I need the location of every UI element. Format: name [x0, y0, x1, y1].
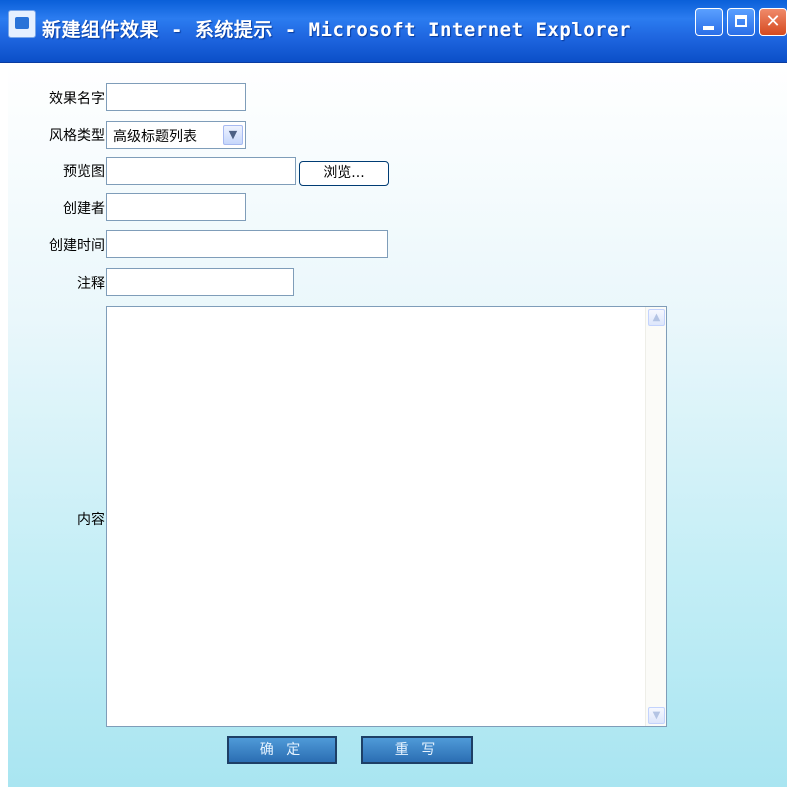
confirm-button[interactable]: 确 定	[227, 736, 337, 764]
effect-name-label: 效果名字	[49, 91, 105, 107]
style-type-select[interactable]: 高级标题列表 ▼	[106, 121, 246, 149]
content-textarea[interactable]: ▲ ▼	[106, 306, 667, 727]
scroll-up-icon[interactable]: ▲	[648, 309, 665, 326]
maximize-icon	[735, 15, 747, 27]
chevron-down-icon[interactable]: ▼	[223, 125, 243, 145]
ie-page-icon	[8, 10, 36, 38]
note-label: 注释	[77, 276, 105, 292]
minimize-button[interactable]	[695, 8, 723, 36]
content-label: 内容	[77, 512, 105, 528]
preview-image-path-input[interactable]	[106, 157, 296, 185]
reset-button[interactable]: 重 写	[361, 736, 473, 764]
creator-label: 创建者	[63, 201, 105, 217]
creator-input[interactable]	[106, 193, 246, 221]
note-input[interactable]	[106, 268, 294, 296]
created-time-input[interactable]	[106, 230, 388, 258]
style-type-label: 风格类型	[49, 128, 105, 144]
preview-image-label: 预览图	[63, 164, 105, 180]
minimize-icon	[703, 26, 714, 30]
close-icon: ✕	[765, 11, 781, 32]
browse-button[interactable]: 浏览...	[299, 161, 389, 186]
window-titlebar[interactable]: 新建组件效果 - 系统提示 - Microsoft Internet Explo…	[0, 0, 787, 63]
effect-name-input[interactable]	[106, 83, 246, 111]
window-title: 新建组件效果 - 系统提示 - Microsoft Internet Explo…	[42, 19, 631, 41]
vertical-scrollbar[interactable]: ▲ ▼	[645, 307, 666, 726]
scroll-down-icon[interactable]: ▼	[648, 707, 665, 724]
style-type-selected-value: 高级标题列表	[113, 129, 197, 145]
dialog-client-area: 效果名字 风格类型 高级标题列表 ▼ 预览图 浏览... 创建者 创建时间 注释…	[8, 63, 787, 787]
created-time-label: 创建时间	[49, 238, 105, 254]
maximize-button[interactable]	[727, 8, 755, 36]
close-button[interactable]: ✕	[759, 8, 787, 36]
